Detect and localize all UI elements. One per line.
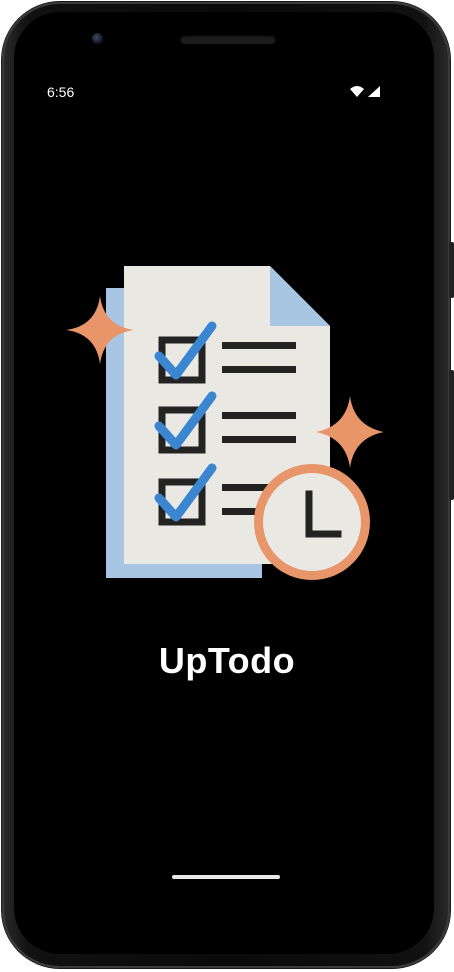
status-icons: [349, 84, 383, 100]
checklist-with-clock-illustration: [62, 262, 392, 602]
app-title: UpTodo: [158, 640, 296, 681]
front-camera: [92, 33, 103, 44]
line-2b: [222, 436, 296, 443]
power-button: [449, 242, 454, 298]
line-1b: [222, 366, 296, 373]
paper-fold: [270, 266, 330, 326]
wifi-icon: [350, 86, 364, 97]
volume-rocker: [449, 370, 454, 500]
line-1a: [222, 342, 296, 349]
status-time: 6:56: [47, 84, 75, 100]
earpiece-speaker: [180, 35, 276, 44]
cellular-signal-icon: [368, 86, 380, 97]
clock-icon: [254, 464, 370, 580]
line-2a: [222, 412, 296, 419]
home-indicator[interactable]: [172, 875, 280, 879]
